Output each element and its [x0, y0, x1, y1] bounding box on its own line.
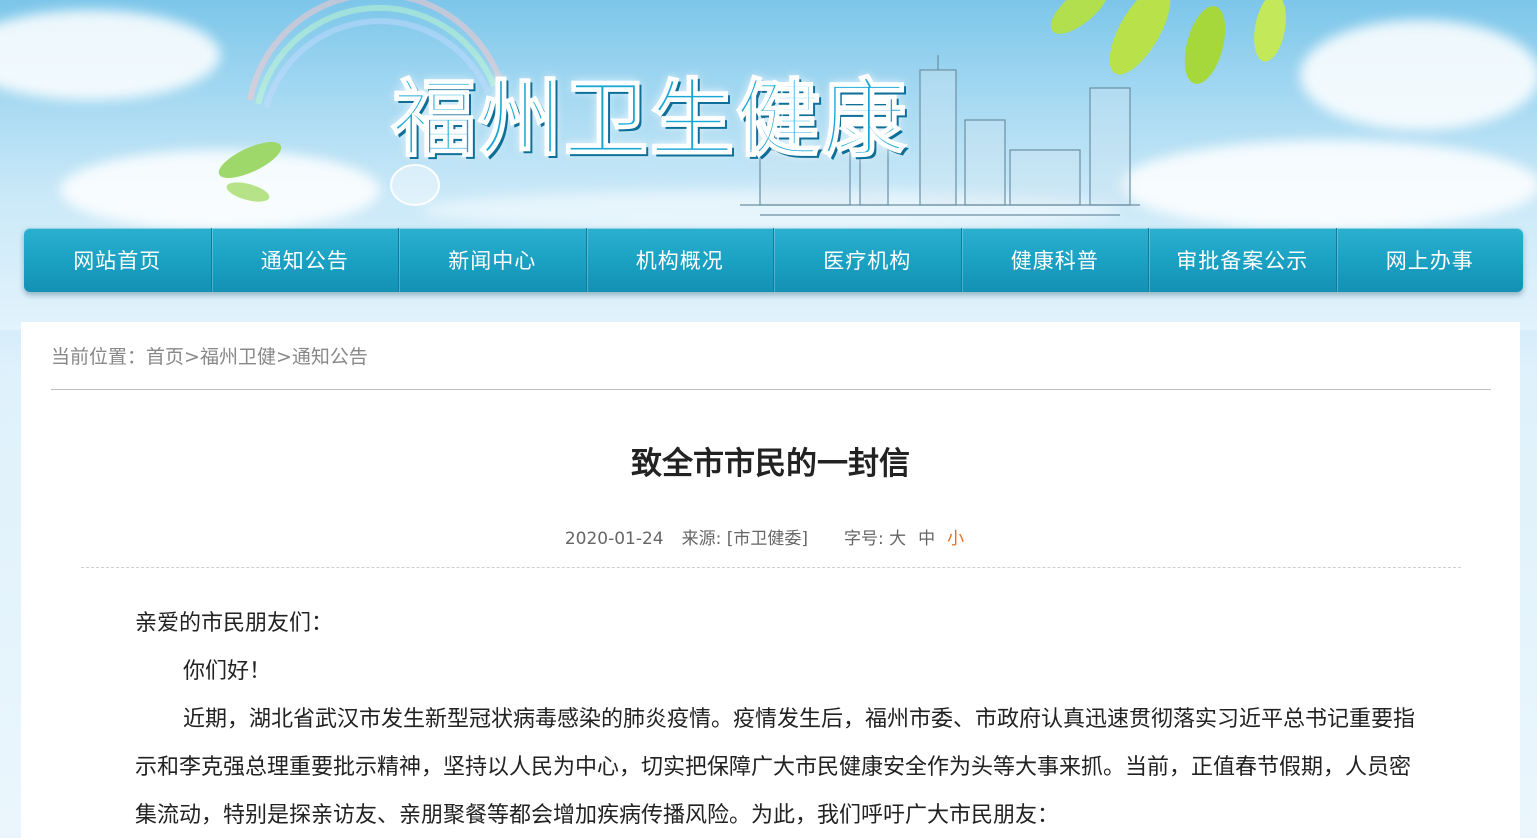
article-salutation: 亲爱的市民朋友们： [135, 611, 334, 636]
nav-item-approval-publicity[interactable]: 审批备案公示 [1149, 228, 1337, 292]
nav-item-notices[interactable]: 通知公告 [212, 228, 399, 292]
breadcrumb-link-notices[interactable]: 通知公告 [292, 346, 368, 368]
divider [51, 389, 1491, 390]
breadcrumb-separator: > [275, 346, 292, 368]
leaf-decoration [1050, 0, 1110, 34]
article-source: [市卫健委] [726, 529, 809, 549]
article-paragraph: 你们好！ [183, 659, 272, 684]
article-paragraph: 近期，湖北省武汉市发生新型冠状病毒感染的肺炎疫情。疫情发生后，福州市委、市政府认… [135, 707, 1416, 828]
nav-item-organization[interactable]: 机构概况 [587, 228, 774, 292]
leaf-decoration [218, 141, 282, 179]
font-size-small[interactable]: 小 [947, 529, 964, 549]
main-nav: 网站首页 通知公告 新闻中心 机构概况 医疗机构 健康科普 审批备案公示 网上办… [24, 228, 1523, 292]
breadcrumb-prefix: 当前位置： [51, 346, 147, 368]
font-size-large[interactable]: 大 [889, 529, 906, 549]
nav-item-medical-institutions[interactable]: 医疗机构 [774, 228, 962, 292]
article-title: 致全市市民的一封信 [631, 446, 910, 482]
breadcrumb-separator: > [184, 346, 200, 368]
nav-item-health-education[interactable]: 健康科普 [962, 228, 1149, 292]
leaf-decoration [1184, 6, 1226, 84]
breadcrumb: 当前位置：首页>福州卫健>通知公告 [51, 342, 368, 369]
leaf-decoration [1109, 0, 1171, 75]
article-body: 亲爱的市民朋友们： 你们好！ 近期，湖北省武汉市发生新型冠状病毒感染的肺炎疫情。… [135, 600, 1425, 838]
dashed-divider [81, 567, 1461, 568]
font-size-medium[interactable]: 中 [918, 529, 935, 549]
font-size-label: 字号: [844, 529, 884, 549]
content-panel: 当前位置：首页>福州卫健>通知公告 致全市市民的一封信 2020-01-24 来源… [21, 322, 1520, 838]
site-logo[interactable]: 福州卫生健康 [391, 52, 908, 173]
nav-item-online-services[interactable]: 网上办事 [1337, 228, 1524, 292]
article-source-label: 来源: [681, 529, 722, 549]
breadcrumb-link-fzwj[interactable]: 福州卫健 [200, 346, 276, 368]
leaf-decoration [1254, 0, 1286, 62]
breadcrumb-link-home[interactable]: 首页 [146, 346, 184, 368]
nav-item-home[interactable]: 网站首页 [24, 228, 212, 292]
article-date: 2020-01-24 [564, 529, 664, 549]
nav-item-news[interactable]: 新闻中心 [399, 228, 587, 292]
leaf-decoration [226, 182, 270, 202]
article-meta: 2020-01-24 来源: [市卫健委] 字号: 大中小 [21, 524, 1520, 549]
